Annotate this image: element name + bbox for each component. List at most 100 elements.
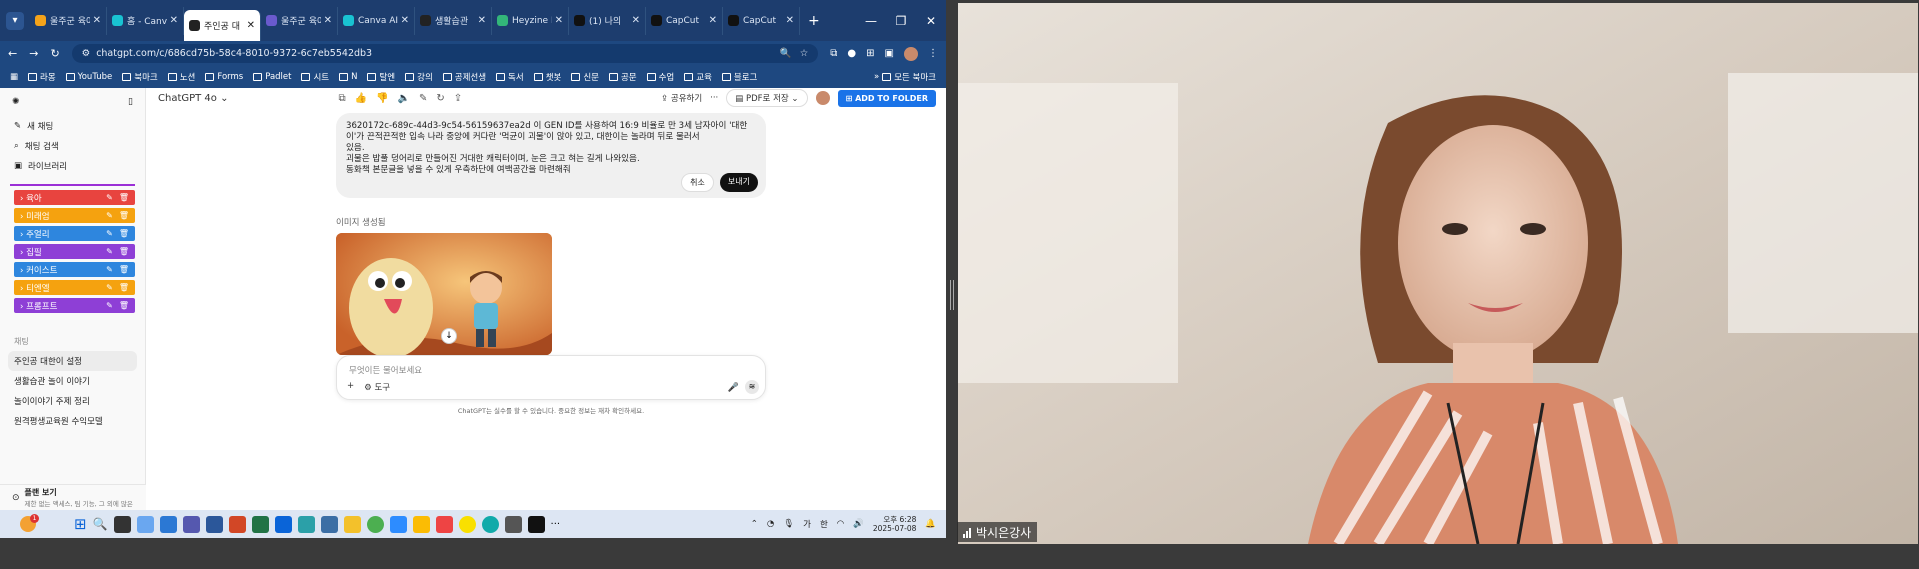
sidebar-folder[interactable]: › 미래엄 ✎ 🗑 <box>14 208 135 223</box>
copilot-icon[interactable] <box>136 515 154 533</box>
browser-tab[interactable]: (1) 나의 ✕ <box>569 6 646 35</box>
send-button[interactable]: 보내기 <box>719 173 758 192</box>
browser-tab[interactable]: 울주군 육아✕ <box>30 6 107 35</box>
tab-close-icon[interactable]: ✕ <box>786 15 794 26</box>
sidebar-toggle-icon[interactable]: ▯ <box>128 97 133 107</box>
bookmark-item[interactable]: 노션 <box>167 71 195 83</box>
all-bookmarks[interactable]: » 모든 북마크 <box>874 71 936 83</box>
volume-icon[interactable]: 🔊 <box>853 519 864 529</box>
bookmark-item[interactable]: 공제선생 <box>442 71 486 83</box>
delete-folder-icon[interactable]: 🗑 <box>119 211 129 220</box>
edit-folder-icon[interactable]: ✎ <box>106 265 113 274</box>
edit-folder-icon[interactable]: ✎ <box>106 301 113 310</box>
sidebar-folder[interactable]: › 티엔엘 ✎ 🗑 <box>14 280 135 295</box>
drive-icon[interactable] <box>412 515 430 533</box>
puzzle-icon[interactable]: ⊞ <box>866 48 874 59</box>
bookmark-item[interactable]: 강의 <box>405 71 433 83</box>
app-icon[interactable] <box>481 515 499 533</box>
speaker-icon[interactable]: 🔈 <box>398 93 410 104</box>
notifications-icon[interactable]: 🔔 <box>925 519 936 529</box>
tab-close-icon[interactable]: ✕ <box>555 15 563 26</box>
composer-input[interactable]: 무엇이든 물어보세요 <box>349 364 422 376</box>
calculator-icon[interactable] <box>320 515 338 533</box>
sidebar-folder[interactable]: › 커이스트 ✎ 🗑 <box>14 262 135 277</box>
bookmark-item[interactable]: 교육 <box>684 71 712 83</box>
url-field[interactable]: ⚙ chatgpt.com/c/686cd75b-58c4-8010-9372-… <box>71 44 819 63</box>
extension-icon[interactable]: ⧉ <box>830 48 837 59</box>
tab-close-icon[interactable]: ✕ <box>478 15 486 26</box>
forward-icon[interactable]: → <box>29 47 38 60</box>
search-icon[interactable]: 🔍 <box>93 517 108 531</box>
browser-tab[interactable]: 울주군 육아✕ <box>261 6 338 35</box>
browser-tab[interactable]: 홈 - Canva✕ <box>107 6 184 35</box>
more-icon[interactable]: ··· <box>710 93 718 103</box>
bookmark-star-icon[interactable]: ☆ <box>800 48 809 59</box>
browser-tab[interactable]: 생활습관 ✕ <box>415 6 492 35</box>
kakaotalk-icon[interactable] <box>458 515 476 533</box>
windows-start-icon[interactable]: ⊞ <box>74 515 87 533</box>
edit-folder-icon[interactable]: ✎ <box>106 193 113 202</box>
sidebar-nav-item[interactable]: ⌕ 채팅 검색 <box>8 136 137 156</box>
site-info-icon[interactable]: ⚙ <box>82 48 91 59</box>
browser-tab[interactable]: CapCut ✕ <box>646 6 723 35</box>
more-apps-icon[interactable]: ··· <box>551 519 561 530</box>
zoom-app-icon[interactable] <box>389 515 407 533</box>
zoom-icon[interactable]: 🔍 <box>780 48 792 59</box>
sidebar-folder[interactable]: › 주얼리 ✎ 🗑 <box>14 226 135 241</box>
composer[interactable]: 무엇이든 물어보세요 + ⚙ 도구 🎤 ≋ <box>336 355 766 400</box>
tray-app-icon[interactable]: ◔ <box>767 519 774 529</box>
chrome-icon[interactable] <box>366 515 384 533</box>
bookmark-item[interactable]: 라몽 <box>28 71 56 83</box>
excel-icon[interactable] <box>251 515 269 533</box>
store-icon[interactable] <box>159 515 177 533</box>
sidebar-folder[interactable]: › 프롬프트 ✎ 🗑 <box>14 298 135 313</box>
openai-logo-icon[interactable]: ✺ <box>12 97 20 107</box>
copy-icon[interactable]: ⧉ <box>338 93 345 104</box>
app-icon[interactable] <box>435 515 453 533</box>
tab-close-icon[interactable]: ✕ <box>709 15 717 26</box>
close-window-icon[interactable]: ✕ <box>916 14 946 28</box>
sidebar-nav-item[interactable]: ✎ 새 채팅 <box>8 116 137 136</box>
bookmark-item[interactable]: 챗봇 <box>533 71 561 83</box>
browser-tab[interactable]: Heyzine Fl✕ <box>492 6 569 35</box>
bookmark-item[interactable]: N <box>339 72 357 82</box>
tab-close-icon[interactable]: ✕ <box>401 15 409 26</box>
delete-folder-icon[interactable]: 🗑 <box>119 301 129 310</box>
edit-icon[interactable]: ✎ <box>419 93 427 104</box>
pdf-save-button[interactable]: ▤ PDF로 저장 ⌄ <box>726 89 808 107</box>
sidebar-folder[interactable]: › 집필 ✎ 🗑 <box>14 244 135 259</box>
user-avatar[interactable] <box>815 91 830 105</box>
delete-folder-icon[interactable]: 🗑 <box>119 193 129 202</box>
apps-icon[interactable]: ▦ <box>10 72 18 82</box>
outlook-icon[interactable] <box>274 515 292 533</box>
tab-close-icon[interactable]: ✕ <box>324 15 332 26</box>
browser-tab[interactable]: Canva AI ✕ <box>338 6 415 35</box>
chevron-up-icon[interactable]: ⌃ <box>751 519 758 529</box>
edge-icon[interactable] <box>297 515 315 533</box>
regenerate-icon[interactable]: ↻ <box>436 93 444 104</box>
message-edit-box[interactable]: 3620172c-689c-44d3-9c54-56159637ea2d 이 G… <box>336 113 766 198</box>
bookmark-item[interactable]: 탈엔 <box>367 71 395 83</box>
tab-search-icon[interactable]: ▾ <box>6 11 24 30</box>
bookmark-item[interactable]: YouTube <box>65 72 112 82</box>
bookmark-item[interactable]: 시트 <box>301 71 329 83</box>
voice-mode-icon[interactable]: ≋ <box>745 380 759 394</box>
edit-folder-icon[interactable]: ✎ <box>106 283 113 292</box>
extension-icon[interactable]: ● <box>847 48 856 59</box>
app-icon[interactable] <box>504 515 522 533</box>
bookmark-item[interactable]: Padlet <box>253 72 291 82</box>
ime-indicator[interactable]: 가 <box>803 518 811 530</box>
minimize-icon[interactable]: — <box>856 14 886 28</box>
tab-close-icon[interactable]: ✕ <box>93 15 101 26</box>
tab-close-icon[interactable]: ✕ <box>170 15 178 26</box>
chat-history-item[interactable]: 생활습관 놀이 이야기 <box>0 371 137 391</box>
chat-history-item[interactable]: 놀이이야기 주제 정리 <box>0 391 137 411</box>
teams-icon[interactable] <box>182 515 200 533</box>
back-icon[interactable]: ← <box>8 47 17 60</box>
delete-folder-icon[interactable]: 🗑 <box>119 265 129 274</box>
scroll-down-button[interactable]: ↓ <box>441 328 457 344</box>
edit-folder-icon[interactable]: ✎ <box>106 211 113 220</box>
clock[interactable]: 오후 6:28 2025-07-08 <box>873 515 917 533</box>
restore-icon[interactable]: ❐ <box>886 14 916 28</box>
bookmark-item[interactable]: 북마크 <box>122 71 158 83</box>
